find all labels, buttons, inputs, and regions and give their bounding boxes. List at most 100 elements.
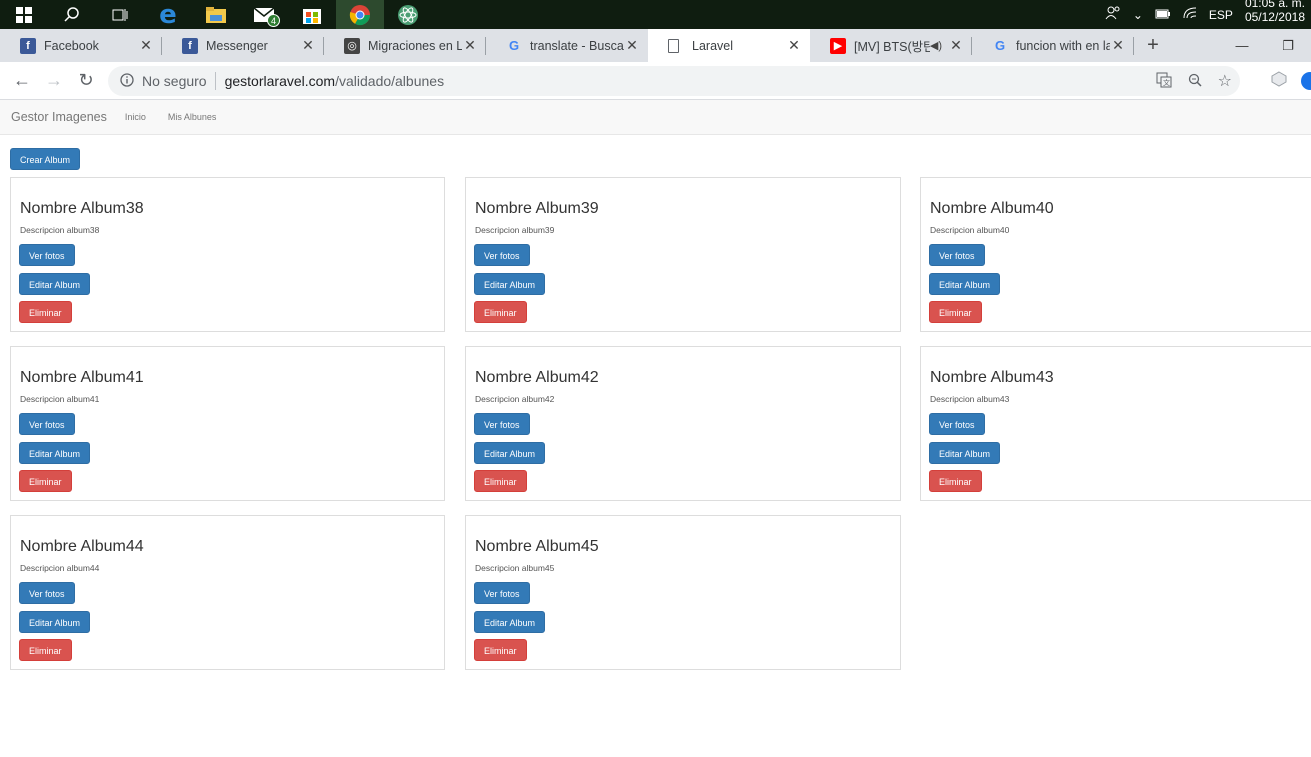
url-host: gestorlaravel.com bbox=[224, 73, 336, 89]
browser-tab[interactable]: ◎ Migraciones en La ✕ bbox=[324, 29, 486, 62]
view-photos-button[interactable]: Ver fotos bbox=[474, 413, 530, 435]
address-bar[interactable]: No seguro gestorlaravel.com/validado/alb… bbox=[108, 66, 1240, 96]
google-icon: G bbox=[994, 38, 1006, 53]
create-album-button[interactable]: Crear Album bbox=[10, 148, 81, 170]
close-icon[interactable]: ✕ bbox=[624, 37, 640, 54]
speaker-icon[interactable]: ◀) bbox=[930, 39, 942, 52]
browser-tab[interactable]: f Messenger ✕ bbox=[162, 29, 324, 62]
browser-toolbar: ← → ↻ No seguro gestorlaravel.com/valida… bbox=[0, 62, 1311, 100]
delete-album-button[interactable]: Eliminar bbox=[474, 639, 527, 661]
zoom-icon[interactable] bbox=[1188, 73, 1202, 90]
nav-link-inicio[interactable]: Inicio bbox=[125, 112, 146, 122]
info-icon[interactable] bbox=[120, 72, 134, 90]
delete-album-button[interactable]: Eliminar bbox=[474, 470, 527, 492]
profile-avatar[interactable] bbox=[1301, 72, 1311, 90]
security-label[interactable]: No seguro bbox=[142, 73, 207, 89]
windows-icon[interactable] bbox=[0, 0, 48, 29]
new-tab-button[interactable]: + bbox=[1138, 29, 1168, 62]
atom-icon[interactable] bbox=[384, 0, 432, 29]
omnibox-actions: 文 ☆ bbox=[1156, 66, 1232, 96]
chevron-up-icon[interactable]: ⌄ bbox=[1133, 8, 1143, 22]
store-icon[interactable] bbox=[288, 0, 336, 29]
facebook-icon: f bbox=[182, 37, 198, 54]
restore-button[interactable]: ❐ bbox=[1265, 29, 1311, 62]
album-card: Nombre Album44 Descripcion album44 Ver fot… bbox=[10, 515, 445, 670]
svg-text:文: 文 bbox=[1163, 78, 1170, 87]
wifi-icon[interactable] bbox=[1183, 7, 1197, 22]
view-photos-button[interactable]: Ver fotos bbox=[19, 413, 75, 435]
album-title: Nombre Album45 bbox=[475, 538, 599, 555]
delete-album-button[interactable]: Eliminar bbox=[19, 639, 72, 661]
nav-link-mis-albunes[interactable]: Mis Albunes bbox=[168, 112, 217, 122]
album-description: Descripcion album44 bbox=[20, 563, 100, 573]
facebook-icon: f bbox=[20, 37, 36, 54]
browser-tab[interactable]: f Facebook ✕ bbox=[0, 29, 162, 62]
album-description: Descripcion album41 bbox=[20, 394, 100, 404]
edit-album-button[interactable]: Editar Album bbox=[19, 273, 91, 295]
edit-album-button[interactable]: Editar Album bbox=[474, 273, 546, 295]
close-icon[interactable]: ✕ bbox=[300, 37, 316, 54]
tab-separator bbox=[1133, 37, 1134, 55]
extension-icon[interactable] bbox=[1271, 70, 1287, 92]
translate-icon[interactable]: 文 bbox=[1156, 72, 1172, 91]
edit-album-button[interactable]: Editar Album bbox=[474, 611, 546, 633]
view-photos-button[interactable]: Ver fotos bbox=[929, 244, 985, 266]
delete-album-button[interactable]: Eliminar bbox=[929, 301, 982, 323]
close-icon[interactable]: ✕ bbox=[138, 37, 154, 54]
language-indicator[interactable]: ESP bbox=[1209, 8, 1233, 22]
windows-taskbar: e 4 ⌄ ESP 01:05 a. m. 05/12/2018 bbox=[0, 0, 1311, 30]
delete-album-button[interactable]: Eliminar bbox=[19, 470, 72, 492]
bookmark-star-icon[interactable]: ☆ bbox=[1218, 71, 1232, 91]
close-icon[interactable]: ✕ bbox=[948, 37, 964, 54]
album-description: Descripcion album42 bbox=[475, 394, 555, 404]
file-explorer-icon[interactable] bbox=[192, 0, 240, 29]
battery-icon[interactable] bbox=[1155, 8, 1171, 22]
album-description: Descripcion album39 bbox=[475, 225, 555, 235]
reload-icon[interactable]: ↻ bbox=[70, 65, 102, 97]
album-title: Nombre Album42 bbox=[475, 369, 599, 386]
view-photos-button[interactable]: Ver fotos bbox=[929, 413, 985, 435]
browser-tab[interactable]: Laravel ✕ bbox=[648, 29, 810, 62]
forward-arrow-icon[interactable]: → bbox=[38, 65, 70, 97]
mail-badge: 4 bbox=[267, 14, 280, 27]
url-path: /validado/albunes bbox=[335, 73, 445, 89]
close-icon[interactable]: ✕ bbox=[1110, 37, 1126, 54]
view-photos-button[interactable]: Ver fotos bbox=[19, 244, 75, 266]
browser-tab[interactable]: Gtranslate - Buscar c✕ bbox=[486, 29, 648, 62]
edit-album-button[interactable]: Editar Album bbox=[474, 442, 546, 464]
edge-icon[interactable]: e bbox=[144, 0, 192, 30]
album-card: Nombre Album40 Descripcion album40 Ver fot… bbox=[920, 177, 1311, 332]
chrome-icon[interactable] bbox=[336, 0, 384, 29]
album-title: Nombre Album40 bbox=[930, 200, 1054, 217]
delete-album-button[interactable]: Eliminar bbox=[474, 301, 527, 323]
tab-strip: f Facebook ✕ f Messenger ✕ ◎ Migraciones en La ✕… bbox=[0, 29, 1311, 62]
mail-icon[interactable]: 4 bbox=[240, 0, 288, 29]
people-icon[interactable] bbox=[1105, 6, 1121, 23]
tab-title: Migraciones en La bbox=[368, 38, 462, 53]
tab-title: funcion with en lar bbox=[1016, 38, 1110, 53]
edit-album-button[interactable]: Editar Album bbox=[19, 611, 91, 633]
task-view-icon[interactable] bbox=[96, 0, 144, 29]
edit-album-button[interactable]: Editar Album bbox=[929, 273, 1001, 295]
back-arrow-icon[interactable]: ← bbox=[6, 65, 38, 97]
view-photos-button[interactable]: Ver fotos bbox=[474, 244, 530, 266]
google-icon: G bbox=[508, 38, 520, 53]
close-icon[interactable]: ✕ bbox=[462, 37, 478, 54]
album-card: Nombre Album45 Descripcion album45 Ver fot… bbox=[465, 515, 901, 670]
search-icon[interactable] bbox=[48, 0, 96, 29]
view-photos-button[interactable]: Ver fotos bbox=[19, 582, 75, 604]
delete-album-button[interactable]: Eliminar bbox=[19, 301, 72, 323]
album-description: Descripcion album38 bbox=[20, 225, 100, 235]
view-photos-button[interactable]: Ver fotos bbox=[474, 582, 530, 604]
navbar-brand[interactable]: Gestor Imagenes bbox=[11, 110, 107, 124]
close-icon[interactable]: ✕ bbox=[786, 37, 802, 54]
minimize-button[interactable]: — bbox=[1219, 29, 1265, 62]
delete-album-button[interactable]: Eliminar bbox=[929, 470, 982, 492]
browser-tab[interactable]: ▶ [MV] BTS(방탄 ◀) ✕ bbox=[810, 29, 972, 62]
album-title: Nombre Album41 bbox=[20, 369, 144, 386]
clock[interactable]: 01:05 a. m. 05/12/2018 bbox=[1245, 0, 1305, 24]
album-card: Nombre Album38 Descripcion album38 Ver fot… bbox=[10, 177, 445, 332]
edit-album-button[interactable]: Editar Album bbox=[19, 442, 91, 464]
browser-tab[interactable]: Gfuncion with en lar ✕ bbox=[972, 29, 1134, 62]
edit-album-button[interactable]: Editar Album bbox=[929, 442, 1001, 464]
